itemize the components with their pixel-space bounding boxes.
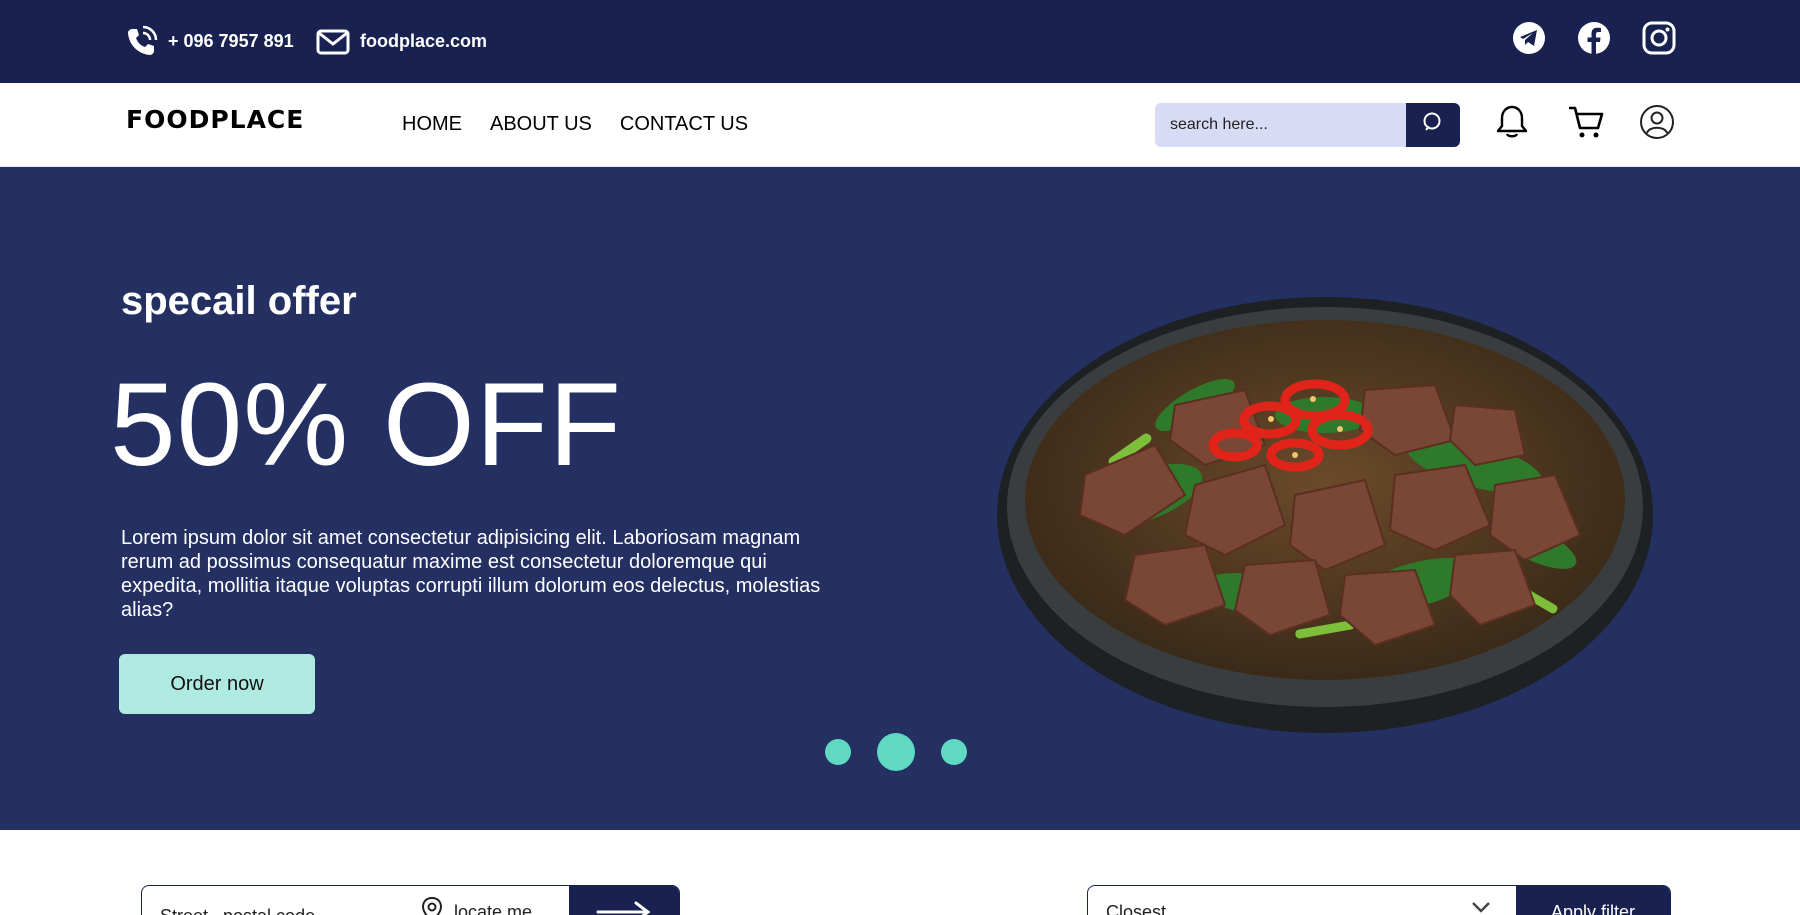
location-input[interactable] (142, 886, 404, 915)
main-menu: HOME ABOUT US CONTACT US (402, 113, 748, 136)
phone-icon (124, 25, 158, 59)
hero-description: Lorem ipsum dolor sit amet consectetur a… (121, 527, 821, 621)
account-button[interactable] (1638, 104, 1676, 145)
hero-subtitle: specail offer (121, 279, 357, 323)
locate-me-button[interactable]: locate me (420, 896, 532, 915)
search-bar (1155, 103, 1460, 147)
menu-item-home[interactable]: HOME (402, 113, 462, 136)
location-pin-icon (420, 896, 444, 915)
facebook-icon[interactable] (1577, 21, 1611, 55)
sort-filter: Closest Apply filter (1087, 885, 1671, 915)
bell-icon (1495, 104, 1529, 145)
social-links (1512, 21, 1676, 55)
menu-item-contact[interactable]: CONTACT US (620, 113, 748, 136)
cart-button[interactable] (1567, 105, 1605, 143)
locate-me-label: locate me (454, 902, 533, 915)
location-submit-button[interactable] (569, 886, 679, 915)
slider-dots (825, 733, 967, 771)
website-contact[interactable]: foodplace.com (316, 0, 487, 83)
location-filter: locate me (141, 885, 680, 915)
user-icon (1639, 104, 1675, 145)
apply-filter-button[interactable]: Apply filter (1516, 886, 1670, 915)
cart-icon (1567, 103, 1605, 146)
slider-dot-3[interactable] (941, 739, 967, 765)
food-bowl-image (995, 295, 1655, 735)
chevron-down-icon[interactable] (1471, 900, 1491, 915)
hero-banner: specail offer 50% OFF Lorem ipsum dolor … (0, 167, 1800, 830)
nav-bar: FOODPLACE HOME ABOUT US CONTACT US (0, 83, 1800, 167)
hero-title: 50% OFF (110, 359, 622, 491)
menu-item-about[interactable]: ABOUT US (490, 113, 592, 136)
search-icon (1421, 111, 1445, 140)
order-now-button[interactable]: Order now (119, 654, 315, 714)
arrow-right-icon (596, 900, 652, 915)
instagram-icon[interactable] (1642, 21, 1676, 55)
notifications-button[interactable] (1493, 105, 1531, 143)
top-bar: + 096 7957 891 foodplace.com (0, 0, 1800, 83)
sort-select[interactable]: Closest (1106, 902, 1166, 915)
mail-icon (316, 28, 350, 56)
phone-contact[interactable]: + 096 7957 891 (124, 0, 294, 83)
telegram-icon[interactable] (1512, 21, 1546, 55)
website-link[interactable]: foodplace.com (360, 31, 487, 52)
slider-dot-1[interactable] (825, 739, 851, 765)
logo[interactable]: FOODPLACE (126, 105, 304, 134)
search-input[interactable] (1155, 103, 1405, 147)
phone-number: + 096 7957 891 (168, 31, 294, 51)
search-button[interactable] (1406, 103, 1460, 147)
slider-dot-2[interactable] (877, 733, 915, 771)
